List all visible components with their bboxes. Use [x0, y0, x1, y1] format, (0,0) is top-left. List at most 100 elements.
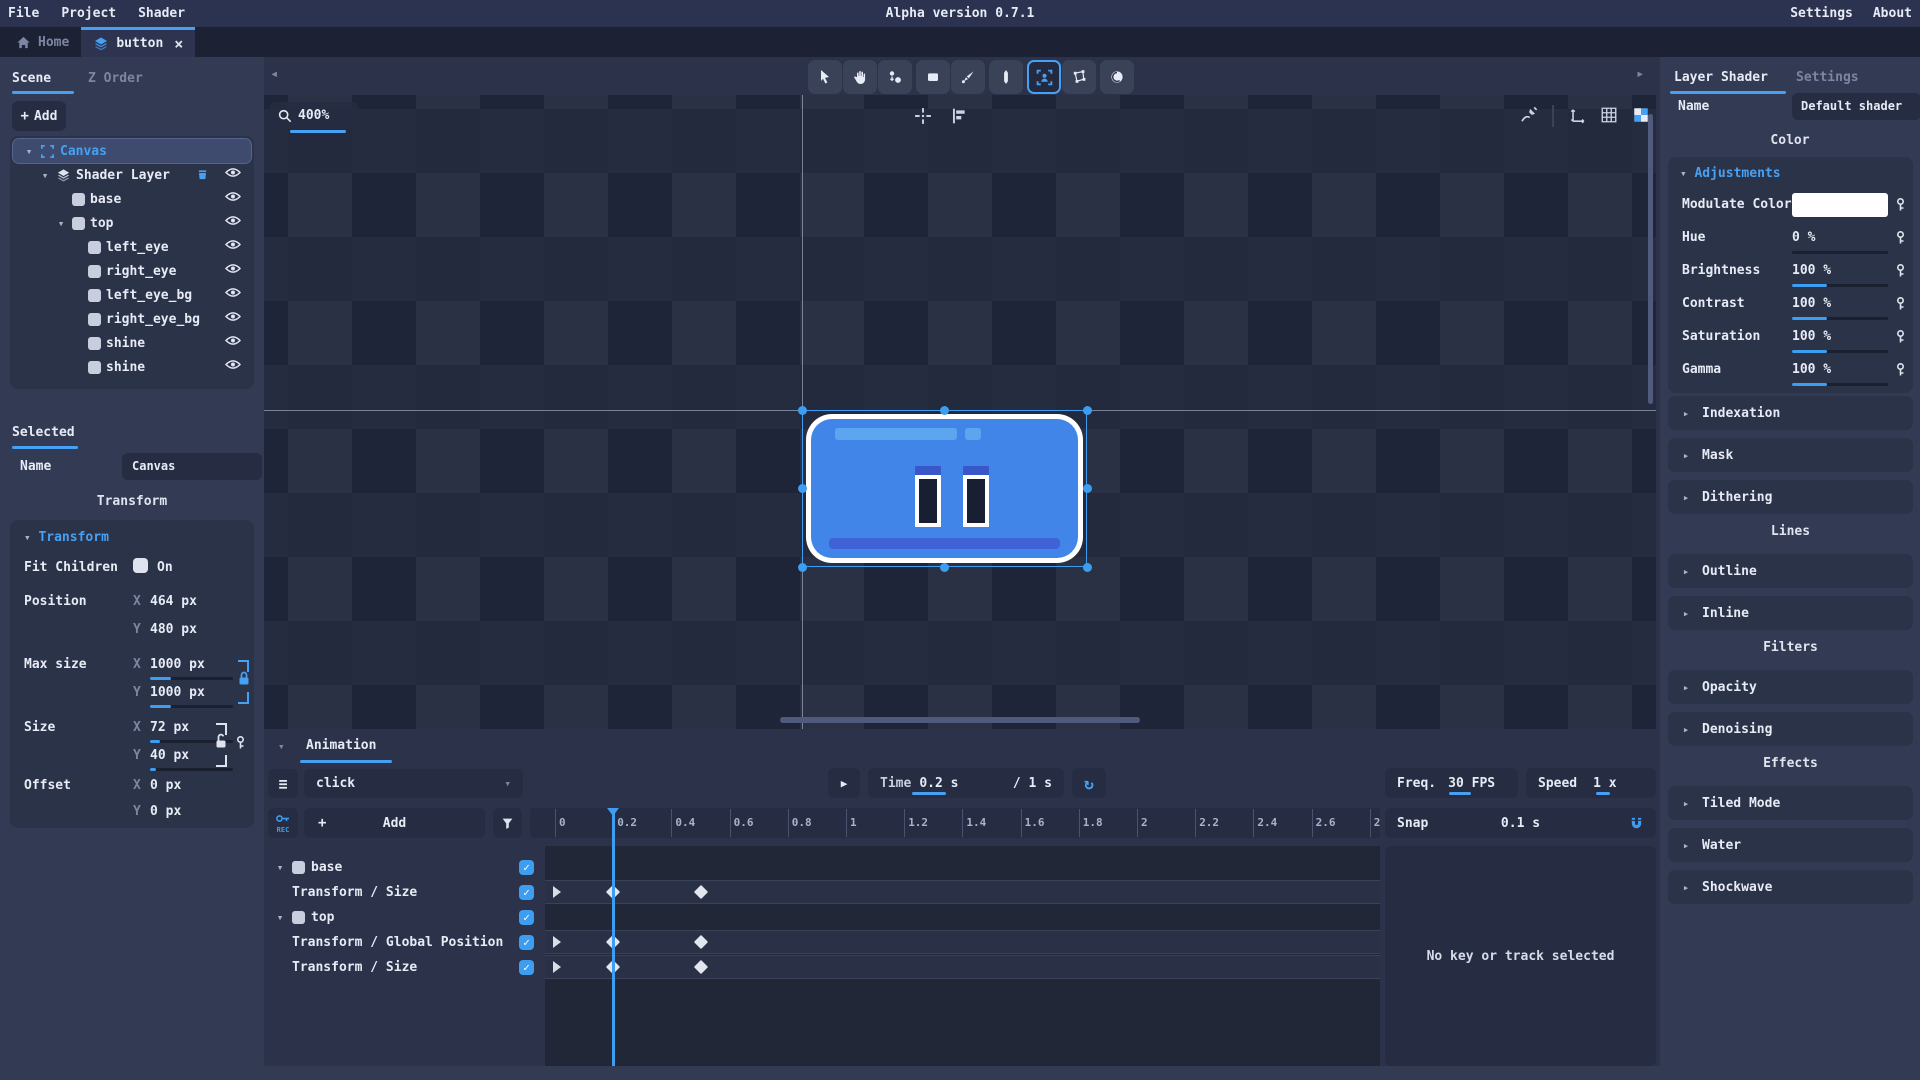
- play-button[interactable]: ▶: [828, 768, 860, 798]
- track-row-transform-size-4[interactable]: Transform / Size✓: [264, 955, 542, 979]
- view-stylus-overlay-icon[interactable]: [1520, 106, 1538, 124]
- collapse-left-panel-icon[interactable]: ◂: [270, 66, 278, 82]
- tree-node-right-eye-bg-7[interactable]: right_eye_bg: [13, 307, 251, 331]
- track-expand-icon[interactable]: ▾: [274, 861, 286, 874]
- track-expand-icon[interactable]: ▾: [274, 911, 286, 924]
- snap-field[interactable]: Snap 0.1 s: [1385, 808, 1656, 838]
- center-view-icon[interactable]: [914, 107, 932, 125]
- adjustment-value[interactable]: 100 %: [1792, 362, 1831, 377]
- section-shockwave[interactable]: ▸Shockwave: [1668, 870, 1913, 904]
- keyframe-start-marker[interactable]: [553, 936, 561, 948]
- horizontal-scrollbar[interactable]: [780, 717, 1140, 723]
- tab-home[interactable]: Home: [4, 27, 81, 57]
- section-dithering[interactable]: ▸Dithering: [1668, 480, 1913, 514]
- selection-handle-4[interactable]: [940, 406, 949, 415]
- tree-node-base-2[interactable]: base: [13, 187, 251, 211]
- selection-handle-0[interactable]: [798, 406, 807, 415]
- tool-rectangle-button[interactable]: [916, 60, 950, 94]
- max-size-y-value[interactable]: 1000 px: [150, 685, 205, 700]
- selection-handle-7[interactable]: [1083, 484, 1092, 493]
- adjustment-slider[interactable]: [1792, 251, 1888, 254]
- section-tiled-mode[interactable]: ▸Tiled Mode: [1668, 786, 1913, 820]
- time-slider[interactable]: [912, 792, 946, 795]
- tab-z-order[interactable]: Z Order: [88, 71, 143, 86]
- tree-node-left-eye-bg-6[interactable]: left_eye_bg: [13, 283, 251, 307]
- adjustment-slider[interactable]: [1792, 350, 1888, 353]
- keyframe-icon[interactable]: [1896, 362, 1905, 378]
- track-lane-1[interactable]: [545, 880, 1380, 904]
- max-size-y-slider[interactable]: [150, 705, 233, 708]
- tool-frame-select-button[interactable]: [1027, 60, 1061, 94]
- selection-handle-5[interactable]: [940, 563, 949, 572]
- tool-warp-button[interactable]: [1100, 60, 1134, 94]
- tree-node-top-3[interactable]: ▾top: [13, 211, 251, 235]
- view-grid-icon[interactable]: [1600, 106, 1618, 124]
- visibility-eye-icon[interactable]: [225, 191, 241, 202]
- view-checker-background-icon[interactable]: [1632, 106, 1650, 124]
- track-row-top-2[interactable]: ▾top✓: [264, 905, 542, 929]
- modulate-color-swatch[interactable]: [1792, 193, 1888, 217]
- track-enabled-checkbox[interactable]: ✓: [519, 960, 534, 975]
- section-inline[interactable]: ▸Inline: [1668, 596, 1913, 630]
- animation-tab[interactable]: Animation: [306, 738, 376, 753]
- adjustment-value[interactable]: 0 %: [1792, 230, 1815, 245]
- adjustment-slider[interactable]: [1792, 317, 1888, 320]
- position-x-value[interactable]: 464 px: [150, 594, 197, 609]
- section-opacity[interactable]: ▸Opacity: [1668, 670, 1913, 704]
- size-y-value[interactable]: 40 px: [150, 748, 189, 763]
- tool-pen-button[interactable]: [989, 60, 1023, 94]
- visibility-eye-icon[interactable]: [225, 359, 241, 370]
- tool-brush-button[interactable]: [951, 60, 985, 94]
- tree-node-canvas-0[interactable]: ▾Canvas: [13, 139, 251, 163]
- tree-node-shine-8[interactable]: shine: [13, 331, 251, 355]
- keyframe-icon[interactable]: [1896, 230, 1905, 246]
- tree-node-shine-9[interactable]: shine: [13, 355, 251, 379]
- animation-collapse-icon[interactable]: ▾: [278, 740, 285, 753]
- playhead-marker[interactable]: [607, 808, 619, 816]
- tree-expand-icon[interactable]: ▾: [55, 217, 67, 230]
- track-lane-4[interactable]: [545, 955, 1380, 979]
- section-water[interactable]: ▸Water: [1668, 828, 1913, 862]
- track-enabled-checkbox[interactable]: ✓: [519, 935, 534, 950]
- visibility-eye-icon[interactable]: [225, 167, 241, 178]
- adjustment-value[interactable]: 100 %: [1792, 296, 1831, 311]
- shader-name-input[interactable]: Default shader: [1792, 93, 1920, 120]
- lock-open-icon[interactable]: [214, 733, 228, 749]
- selection-handle-6[interactable]: [798, 484, 807, 493]
- track-row-transform-global-position-3[interactable]: Transform / Global Position✓: [264, 930, 542, 954]
- magnet-icon[interactable]: [1629, 816, 1644, 831]
- visibility-eye-icon[interactable]: [225, 287, 241, 298]
- keyframe-start-marker[interactable]: [553, 886, 561, 898]
- offset-y-value[interactable]: 0 px: [150, 804, 181, 819]
- view-transform-gizmo-icon[interactable]: [1568, 106, 1586, 124]
- tab-layer-shader[interactable]: Layer Shader: [1674, 70, 1768, 85]
- loop-button[interactable]: ↻: [1072, 768, 1106, 798]
- tab-button-active[interactable]: button ×: [81, 27, 195, 57]
- keyframe-start-marker[interactable]: [553, 961, 561, 973]
- selection-handle-1[interactable]: [1083, 406, 1092, 415]
- size-x-value[interactable]: 72 px: [150, 720, 189, 735]
- collapse-right-panel-icon[interactable]: ▸: [1636, 66, 1644, 82]
- vertical-scrollbar[interactable]: [1648, 114, 1653, 404]
- keyframe-icon[interactable]: [236, 735, 245, 751]
- adjustments-header[interactable]: ▾ Adjustments: [1680, 166, 1781, 181]
- visibility-eye-icon[interactable]: [225, 335, 241, 346]
- align-anchor-icon[interactable]: [950, 107, 968, 125]
- zoom-slider[interactable]: [290, 130, 346, 133]
- shader-bucket-icon[interactable]: [196, 168, 209, 181]
- add-node-button[interactable]: + Add: [12, 101, 66, 131]
- section-outline[interactable]: ▸Outline: [1668, 554, 1913, 588]
- playhead[interactable]: [612, 808, 615, 1066]
- max-size-x-slider[interactable]: [150, 677, 233, 680]
- track-row-base-0[interactable]: ▾base✓: [264, 855, 542, 879]
- speed-field[interactable]: Speed 1 x: [1526, 768, 1656, 798]
- menu-about[interactable]: About: [1873, 6, 1912, 21]
- tree-node-right-eye-5[interactable]: right_eye: [13, 259, 251, 283]
- tab-shader-settings[interactable]: Settings: [1796, 70, 1859, 85]
- timeline-ruler[interactable]: 00.20.40.60.811.21.41.61.822.22.42.62.8: [530, 808, 1380, 838]
- adjustment-slider[interactable]: [1792, 284, 1888, 287]
- freq-slider[interactable]: [1449, 792, 1471, 795]
- menu-settings[interactable]: Settings: [1790, 6, 1853, 21]
- lock-closed-icon[interactable]: [237, 670, 251, 686]
- keyframe-icon[interactable]: [1896, 263, 1905, 279]
